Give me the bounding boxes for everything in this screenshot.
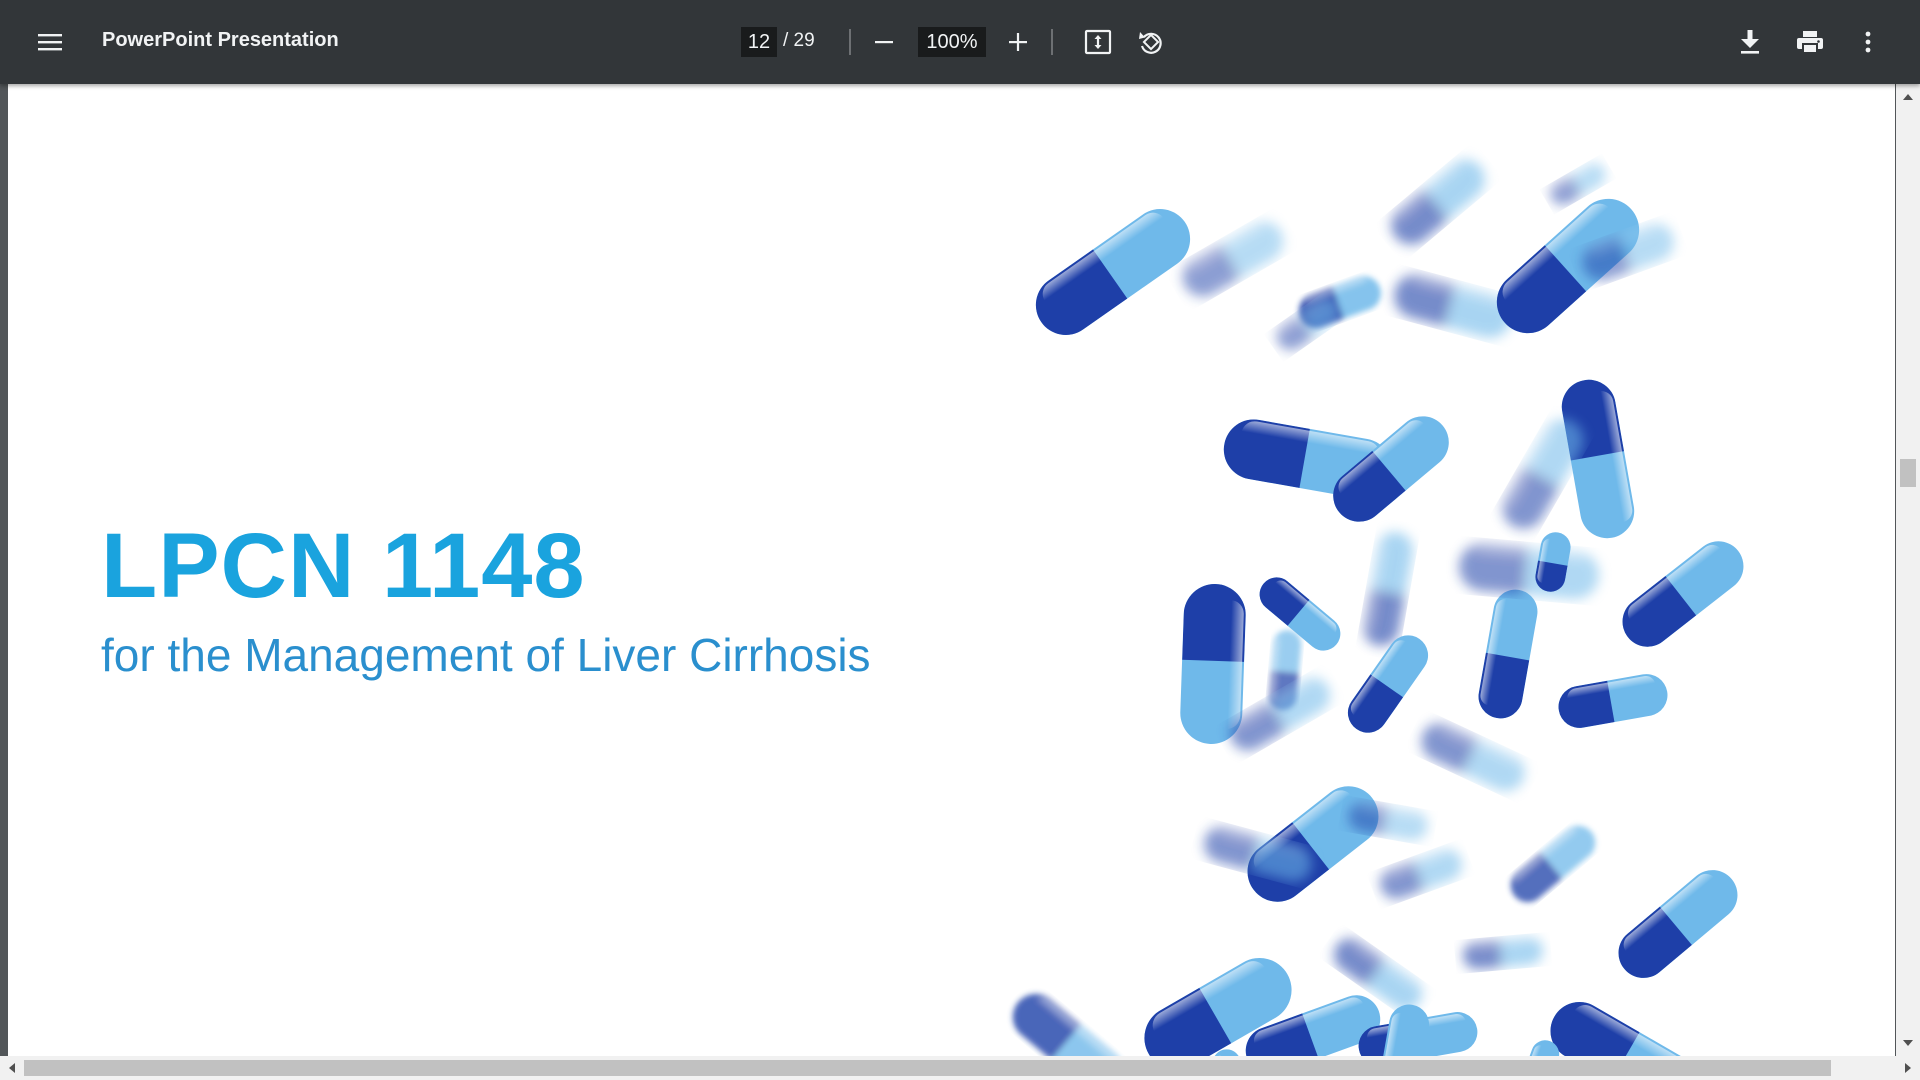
minus-icon[interactable] [866,24,902,60]
download-icon[interactable] [1730,22,1770,62]
capsule [1461,936,1543,971]
capsule [1457,540,1599,600]
capsule [1475,589,1538,722]
capsule [1383,159,1485,253]
vertical-scrollbar[interactable] [1896,84,1920,1056]
falling-blue-capsules-image [1003,159,1744,1056]
capsule [1503,825,1596,910]
toolbar-divider [849,29,851,55]
horizontal-scrollbar[interactable] [0,1056,1920,1080]
capsule [1003,984,1124,1056]
scroll-down-arrow-icon[interactable] [1903,1040,1913,1046]
zoom-level-input[interactable]: 100% [918,27,986,57]
capsule [1539,991,1706,1056]
capsule [1555,674,1668,732]
capsule [1360,532,1413,649]
capsule [1612,541,1744,657]
document-title: PowerPoint Presentation [102,29,339,51]
pdf-toolbar: PowerPoint Presentation 12 / 29 100% [0,0,1920,84]
vertical-scroll-thumb[interactable] [1900,459,1916,487]
print-icon[interactable] [1790,22,1830,62]
horizontal-scroll-thumb[interactable] [24,1060,1831,1076]
more-vert-icon[interactable] [1850,22,1886,62]
capsule [1415,716,1525,792]
page-number-input[interactable]: 12 [741,27,777,57]
capsule [1024,209,1191,347]
toolbar-divider [1051,29,1053,55]
rotate-icon[interactable] [1131,22,1171,62]
fit-to-page-icon[interactable] [1078,22,1118,62]
scroll-right-arrow-icon[interactable] [1905,1063,1911,1073]
slide-page: LPCN 1148 for the Management of Liver Ci… [8,84,1895,1056]
capsule [1608,870,1738,989]
page-total: / 29 [783,30,815,51]
pdf-viewer: LPCN 1148 for the Management of Liver Ci… [0,84,1920,1080]
menu-icon[interactable] [28,22,72,62]
scroll-left-arrow-icon[interactable] [9,1063,15,1073]
plus-icon[interactable] [1000,24,1036,60]
capsule [1375,848,1462,904]
scroll-up-arrow-icon[interactable] [1903,94,1913,100]
capsule [1175,221,1284,304]
